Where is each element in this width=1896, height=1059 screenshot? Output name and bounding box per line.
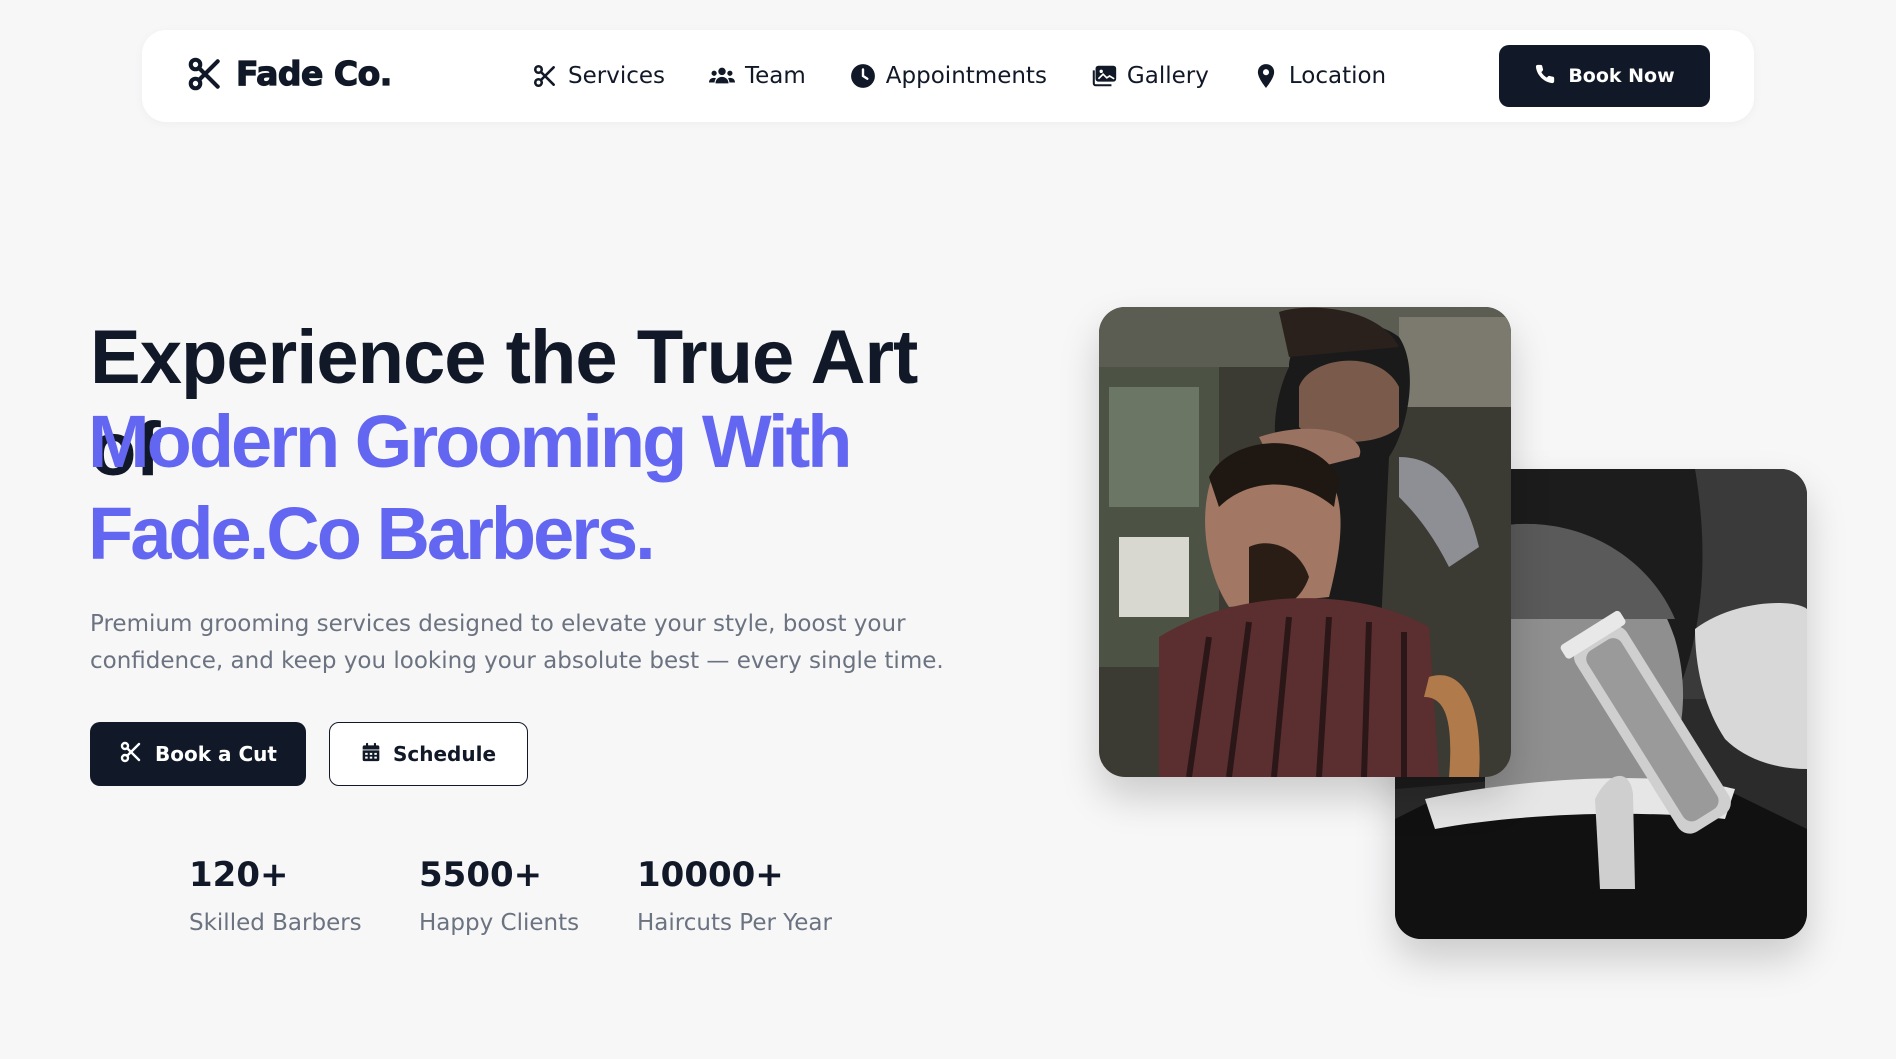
stat-value: 5500+	[419, 855, 543, 895]
stat-value: 10000+	[637, 855, 784, 895]
nav-item-label: Services	[568, 63, 665, 89]
hero-description: Premium grooming services designed to el…	[90, 611, 944, 674]
nav-item-label: Appointments	[885, 63, 1047, 89]
nav-item-label: Location	[1288, 63, 1387, 89]
navbar: Fade Co. Services Team Appointments Gall…	[142, 30, 1754, 122]
users-icon	[709, 63, 735, 89]
book-now-button[interactable]: Book Now	[1499, 45, 1710, 107]
nav-item-team[interactable]: Team	[709, 63, 806, 89]
schedule-button[interactable]: Schedule	[329, 722, 528, 786]
barber-cutting-hair-photo	[1099, 307, 1511, 777]
nav-item-location[interactable]: Location	[1253, 63, 1386, 89]
phone-icon	[1534, 63, 1556, 90]
book-a-cut-button[interactable]: Book a Cut	[90, 722, 306, 786]
scissors-icon	[532, 63, 558, 89]
calendar-icon	[361, 742, 381, 767]
scissors-icon	[119, 740, 143, 769]
stat-haircuts-per-year: 10000+ Haircuts Per Year	[637, 850, 832, 936]
scissors-icon	[186, 55, 224, 93]
map-pin-icon	[1253, 63, 1279, 89]
book-now-label: Book Now	[1568, 65, 1675, 87]
schedule-label: Schedule	[392, 742, 497, 766]
main-menu: Services Team Appointments Gallery Locat…	[532, 30, 1386, 122]
stat-happy-clients: 5500+ Happy Clients	[419, 850, 579, 936]
nav-item-gallery[interactable]: Gallery	[1091, 63, 1209, 89]
stat-label: Happy Clients	[419, 910, 580, 936]
brand-name: Fade Co.	[235, 53, 392, 93]
book-a-cut-label: Book a Cut	[155, 742, 277, 766]
nav-item-label: Gallery	[1126, 63, 1209, 89]
images-icon	[1091, 63, 1117, 89]
stat-value: 120+	[189, 855, 289, 895]
clock-icon	[850, 63, 876, 89]
stat-label: Skilled Barbers	[189, 910, 362, 936]
brand-logo[interactable]: Fade Co.	[186, 53, 393, 94]
stat-skilled-barbers: 120+ Skilled Barbers	[189, 850, 362, 936]
stat-label: Haircuts Per Year	[637, 910, 832, 936]
nav-item-services[interactable]: Services	[532, 63, 665, 89]
hero-accent-title: Modern Grooming With Fade.Co Barbers.	[88, 400, 852, 575]
nav-item-appointments[interactable]: Appointments	[850, 63, 1047, 89]
nav-item-label: Team	[745, 63, 806, 89]
